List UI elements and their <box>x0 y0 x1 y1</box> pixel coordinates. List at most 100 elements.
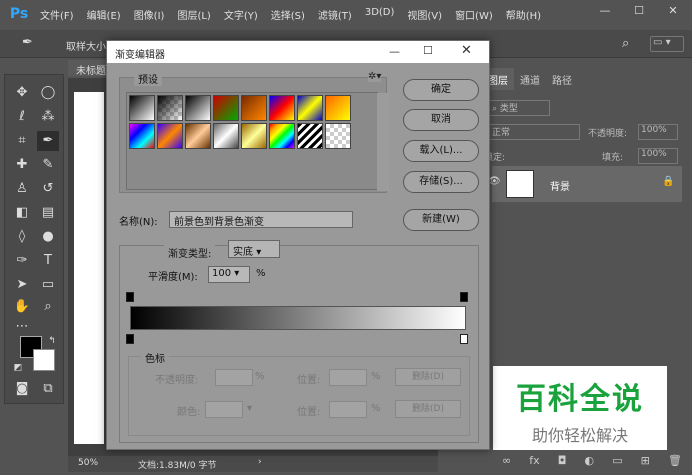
preset-swatch[interactable] <box>297 95 323 121</box>
marquee-icon[interactable]: ◯ <box>37 83 59 103</box>
save-button[interactable]: 存储(S)... <box>403 171 479 193</box>
blur-icon[interactable]: ◊ <box>11 227 33 247</box>
canvas[interactable] <box>74 92 104 444</box>
layer-row[interactable]: 👁 背景 🔒 <box>488 166 682 202</box>
color-stop-right[interactable] <box>460 334 468 344</box>
hand-icon[interactable]: ✋ <box>11 297 33 317</box>
minimize-icon[interactable]: — <box>594 4 616 22</box>
trash-icon[interactable]: 🗑 <box>668 454 682 467</box>
delete-color-stop-button[interactable]: 删除(D) <box>395 400 461 418</box>
opacity-stop-right[interactable] <box>460 292 468 302</box>
rectangle-icon[interactable]: ▭ <box>37 275 59 295</box>
preset-swatch[interactable] <box>325 123 351 149</box>
preset-swatch[interactable] <box>297 123 323 149</box>
workspace-switcher[interactable]: ▭ ▾ <box>650 36 684 52</box>
opacity-stop-left[interactable] <box>126 292 134 302</box>
preset-swatch[interactable] <box>129 123 155 149</box>
gradient-preview-bar[interactable] <box>130 306 466 330</box>
mask-icon[interactable]: ◘ <box>558 454 567 467</box>
gradient-icon[interactable]: ▤ <box>37 203 59 223</box>
zoom-level[interactable]: 50% <box>78 458 98 468</box>
tab-channels[interactable]: 通道 <box>514 68 546 90</box>
gradient-type-select[interactable]: 实底 ▾ <box>228 240 280 258</box>
eyedropper-tool-icon[interactable]: ✒ <box>37 131 59 151</box>
tab-paths[interactable]: 路径 <box>546 68 578 90</box>
menu-filter[interactable]: 滤镜(T) <box>318 7 352 22</box>
zoom-icon[interactable]: ⌕ <box>37 297 59 317</box>
menu-help[interactable]: 帮助(H) <box>506 7 541 22</box>
blend-mode-select[interactable]: 正常 <box>488 124 580 140</box>
ok-button[interactable]: 确定 <box>403 79 479 101</box>
lasso-icon[interactable]: ℓ <box>11 107 33 127</box>
preset-swatch[interactable] <box>129 95 155 121</box>
eyedropper-icon[interactable]: ✒ <box>22 35 40 53</box>
presets-scrollbar[interactable] <box>377 93 389 191</box>
preset-swatch[interactable] <box>325 95 351 121</box>
swap-colors-icon[interactable]: ↰ <box>41 331 63 351</box>
magic-wand-icon[interactable]: ⁂ <box>37 107 59 127</box>
new-button[interactable]: 新建(W) <box>403 209 479 231</box>
link-icon[interactable]: ∞ <box>502 454 511 467</box>
cancel-button[interactable]: 取消 <box>403 109 479 131</box>
menu-3d[interactable]: 3D(D) <box>365 7 395 22</box>
adjustment-icon[interactable]: ◐ <box>585 454 595 467</box>
menu-layer[interactable]: 图层(L) <box>177 7 210 22</box>
maximize-icon[interactable]: ☐ <box>628 4 650 22</box>
preset-swatch[interactable] <box>269 95 295 121</box>
load-button[interactable]: 载入(L)... <box>403 140 479 162</box>
menu-image[interactable]: 图像(I) <box>134 7 165 22</box>
opacity-field[interactable]: 100% <box>638 124 678 140</box>
close-icon[interactable]: ✕ <box>461 43 472 58</box>
history-brush-icon[interactable]: ↺ <box>37 179 59 199</box>
new-layer-icon[interactable]: ⊞ <box>641 454 650 467</box>
screen-mode-icon[interactable]: ⧉ <box>37 379 59 399</box>
fill-field[interactable]: 100% <box>638 148 678 164</box>
brush-icon[interactable]: ✎ <box>37 155 59 175</box>
folder-icon[interactable]: ▭ <box>612 454 622 467</box>
menu-edit[interactable]: 编辑(E) <box>87 7 121 22</box>
preset-swatch[interactable] <box>157 95 183 121</box>
preset-swatch[interactable] <box>241 123 267 149</box>
preset-swatch[interactable] <box>185 95 211 121</box>
search-icon[interactable]: ⌕ <box>622 36 629 51</box>
dodge-icon[interactable]: ● <box>37 227 59 247</box>
crop-icon[interactable]: ⌗ <box>11 131 33 151</box>
preset-swatch[interactable] <box>213 123 239 149</box>
pen-icon[interactable]: ✑ <box>11 251 33 271</box>
layer-filter-select[interactable]: ⌕ 类型 <box>488 100 550 116</box>
stamp-icon[interactable]: ♙ <box>11 179 33 199</box>
close-icon[interactable]: ✕ <box>662 4 684 22</box>
menu-file[interactable]: 文件(F) <box>40 7 74 22</box>
preset-swatch[interactable] <box>157 123 183 149</box>
eraser-icon[interactable]: ◧ <box>11 203 33 223</box>
minimize-icon[interactable]: — <box>389 45 400 58</box>
healing-icon[interactable]: ✚ <box>11 155 33 175</box>
menu-view[interactable]: 视图(V) <box>407 7 442 22</box>
delete-opacity-stop-button[interactable]: 删除(D) <box>395 368 461 386</box>
preset-swatch[interactable] <box>213 95 239 121</box>
name-input[interactable]: 前景色到背景色渐变 <box>169 211 353 228</box>
preset-swatch[interactable] <box>269 123 295 149</box>
path-select-icon[interactable]: ➤ <box>11 275 33 295</box>
color-stop-left[interactable] <box>126 334 134 344</box>
quick-mask-icon[interactable]: ◙ <box>11 379 33 399</box>
smoothness-input[interactable]: 100 ▾ <box>208 266 250 283</box>
stop-opacity-field[interactable] <box>215 369 253 386</box>
default-colors-icon[interactable]: ◩ <box>7 358 29 378</box>
maximize-icon[interactable]: ☐ <box>423 44 433 57</box>
menu-type[interactable]: 文字(Y) <box>224 7 258 22</box>
more-tools-icon[interactable]: ⋯ <box>11 317 33 337</box>
fx-icon[interactable]: fx <box>529 454 539 467</box>
preset-swatch[interactable] <box>241 95 267 121</box>
document-tab[interactable]: 未标题 <box>68 60 110 77</box>
background-color-swatch[interactable] <box>33 349 55 371</box>
menu-select[interactable]: 选择(S) <box>271 7 305 22</box>
opacity-location-field[interactable] <box>329 369 367 386</box>
stop-color-swatch[interactable] <box>205 401 243 418</box>
preset-swatch[interactable] <box>185 123 211 149</box>
color-location-field[interactable] <box>329 401 367 418</box>
gear-icon[interactable]: ✲▾ <box>368 71 382 82</box>
text-icon[interactable]: T <box>37 251 59 271</box>
menu-window[interactable]: 窗口(W) <box>455 7 493 22</box>
chevron-right-icon[interactable]: › <box>258 457 262 467</box>
